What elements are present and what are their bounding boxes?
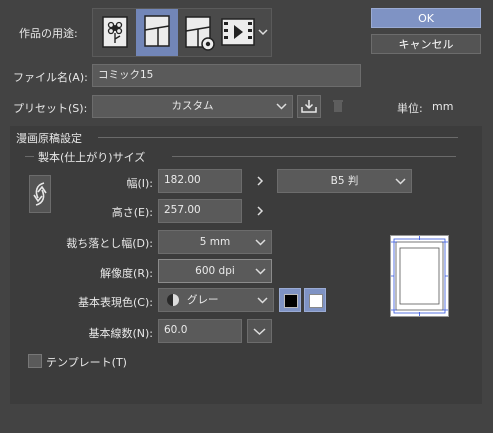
file-name-input[interactable]: コミック15: [92, 64, 361, 87]
color-value: グレー: [187, 294, 219, 306]
subsection-divider: [172, 156, 456, 157]
file-name-label: ファイル名(A):: [13, 71, 88, 84]
usage-selector: [92, 8, 272, 57]
illustration-icon[interactable]: [98, 13, 134, 52]
usage-more-chevron-icon[interactable]: [257, 23, 269, 43]
template-label: テンプレート(T): [46, 356, 127, 369]
template-checkbox[interactable]: [28, 354, 42, 368]
preset-value: カスタム: [171, 100, 214, 112]
height-input[interactable]: 257.00: [158, 199, 242, 223]
subsection-divider-left: [25, 156, 34, 157]
animation-icon[interactable]: [219, 14, 257, 52]
chevron-down-icon: [255, 231, 266, 253]
print-settings-icon[interactable]: [181, 13, 219, 52]
chevron-down-icon: [255, 260, 266, 282]
black-swatch-button[interactable]: [279, 288, 301, 312]
height-label: 高さ(E):: [111, 206, 153, 219]
usage-label: 作品の用途:: [19, 27, 78, 40]
resolution-value: 600 dpi: [195, 265, 235, 277]
preset-dropdown[interactable]: カスタム: [92, 95, 293, 118]
height-arrow-icon: [254, 204, 266, 218]
lines-label: 基本線数(N):: [88, 327, 153, 340]
lines-input[interactable]: 60.0: [158, 319, 242, 343]
unit-value: mm: [432, 100, 454, 113]
resolution-label: 解像度(R):: [100, 267, 153, 280]
resolution-dropdown[interactable]: 600 dpi: [158, 259, 272, 283]
ok-button[interactable]: OK: [371, 8, 481, 28]
width-arrow-icon: [254, 174, 266, 188]
comic-icon[interactable]: [136, 9, 178, 56]
unit-label: 単位:: [397, 102, 423, 115]
size-preset-dropdown[interactable]: B5 判: [277, 169, 412, 193]
section-divider: [98, 137, 458, 138]
preset-label: プリセット(S):: [13, 102, 88, 115]
subsection-title: 製本(仕上がり)サイズ: [38, 151, 146, 164]
chevron-down-icon: [257, 289, 268, 311]
manuscript-section-title: 漫画原稿設定: [16, 132, 82, 145]
cancel-button[interactable]: キャンセル: [371, 34, 481, 54]
bleed-label: 裁ち落とし幅(D):: [66, 237, 153, 250]
width-input[interactable]: 182.00: [158, 169, 242, 193]
grey-color-icon: [167, 294, 179, 306]
chevron-down-icon: [276, 96, 287, 117]
white-swatch-button[interactable]: [304, 288, 326, 312]
width-label: 幅(I):: [126, 177, 153, 190]
bleed-value: 5 mm: [199, 236, 231, 248]
bleed-dropdown[interactable]: 5 mm: [158, 230, 272, 254]
size-preset-value: B5 判: [330, 175, 359, 187]
delete-preset-icon[interactable]: [327, 95, 349, 118]
chevron-down-icon: [395, 170, 406, 192]
lines-dropdown-button[interactable]: [247, 319, 272, 343]
color-dropdown[interactable]: グレー: [158, 288, 274, 312]
color-label: 基本表現色(C):: [78, 296, 153, 309]
page-preview: [390, 235, 449, 317]
swap-orientation-icon[interactable]: [29, 175, 51, 213]
save-preset-icon[interactable]: [297, 95, 321, 118]
